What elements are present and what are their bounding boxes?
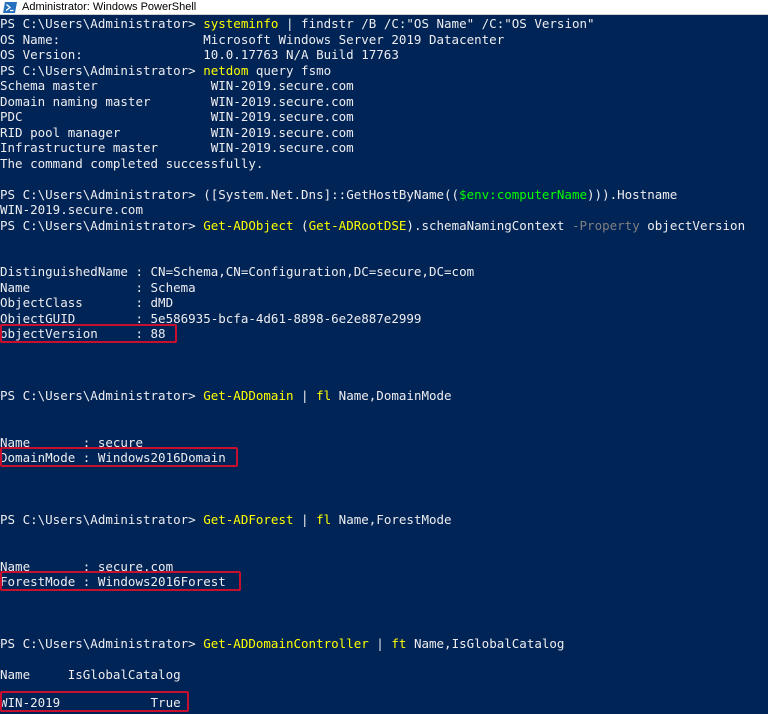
highlight-box-object-version xyxy=(0,324,177,343)
console-line: WIN-2019.secure.com xyxy=(0,202,143,217)
window-title: Administrator: Windows PowerShell xyxy=(22,1,197,13)
console-line: Name IsGlobalCatalog xyxy=(0,667,181,682)
highlight-box-global-catalog xyxy=(0,691,189,712)
console-line: PS C:\Users\Administrator> netdom query … xyxy=(0,62,332,78)
powershell-icon xyxy=(3,1,17,13)
title-bar[interactable]: Administrator: Windows PowerShell xyxy=(0,0,768,15)
console-line: PS C:\Users\Administrator> Get-ADForest … xyxy=(0,512,452,527)
console-line: Infrastructure master WIN-2019.secure.co… xyxy=(0,140,354,155)
console-line: DistinguishedName : CN=Schema,CN=Configu… xyxy=(0,264,475,279)
console-line: ObjectClass : dMD xyxy=(0,295,174,310)
highlight-box-domain-mode xyxy=(0,447,238,467)
console-line: Schema master WIN-2019.secure.com xyxy=(0,78,354,93)
console-line: PS C:\Users\Administrator> Get-ADObject … xyxy=(0,217,746,233)
console-line: RID pool manager WIN-2019.secure.com xyxy=(0,124,354,140)
console-line: PS C:\Users\Administrator> ([System.Net.… xyxy=(0,186,678,202)
console-output[interactable]: PS C:\Users\Administrator> systeminfo | … xyxy=(0,15,768,714)
powershell-window: Administrator: Windows PowerShell PS C:\… xyxy=(0,0,768,714)
console-line: PS C:\Users\Administrator> Get-ADDomain … xyxy=(0,388,452,403)
console-line: Name : Schema xyxy=(0,279,196,295)
console-line: PDC WIN-2019.secure.com xyxy=(0,109,354,124)
highlight-box-forest-mode xyxy=(0,571,241,591)
console-line: Domain naming master WIN-2019.secure.com xyxy=(0,93,354,109)
console-line: PS C:\Users\Administrator> Get-ADDomainC… xyxy=(0,636,565,651)
console-line: PS C:\Users\Administrator> systeminfo | … xyxy=(0,16,595,31)
console-line: The command completed successfully. xyxy=(0,155,264,171)
console-line: OS Version: 10.0.17763 N/A Build 17763 xyxy=(0,47,399,62)
console-line: OS Name: Microsoft Windows Server 2019 D… xyxy=(0,31,505,47)
